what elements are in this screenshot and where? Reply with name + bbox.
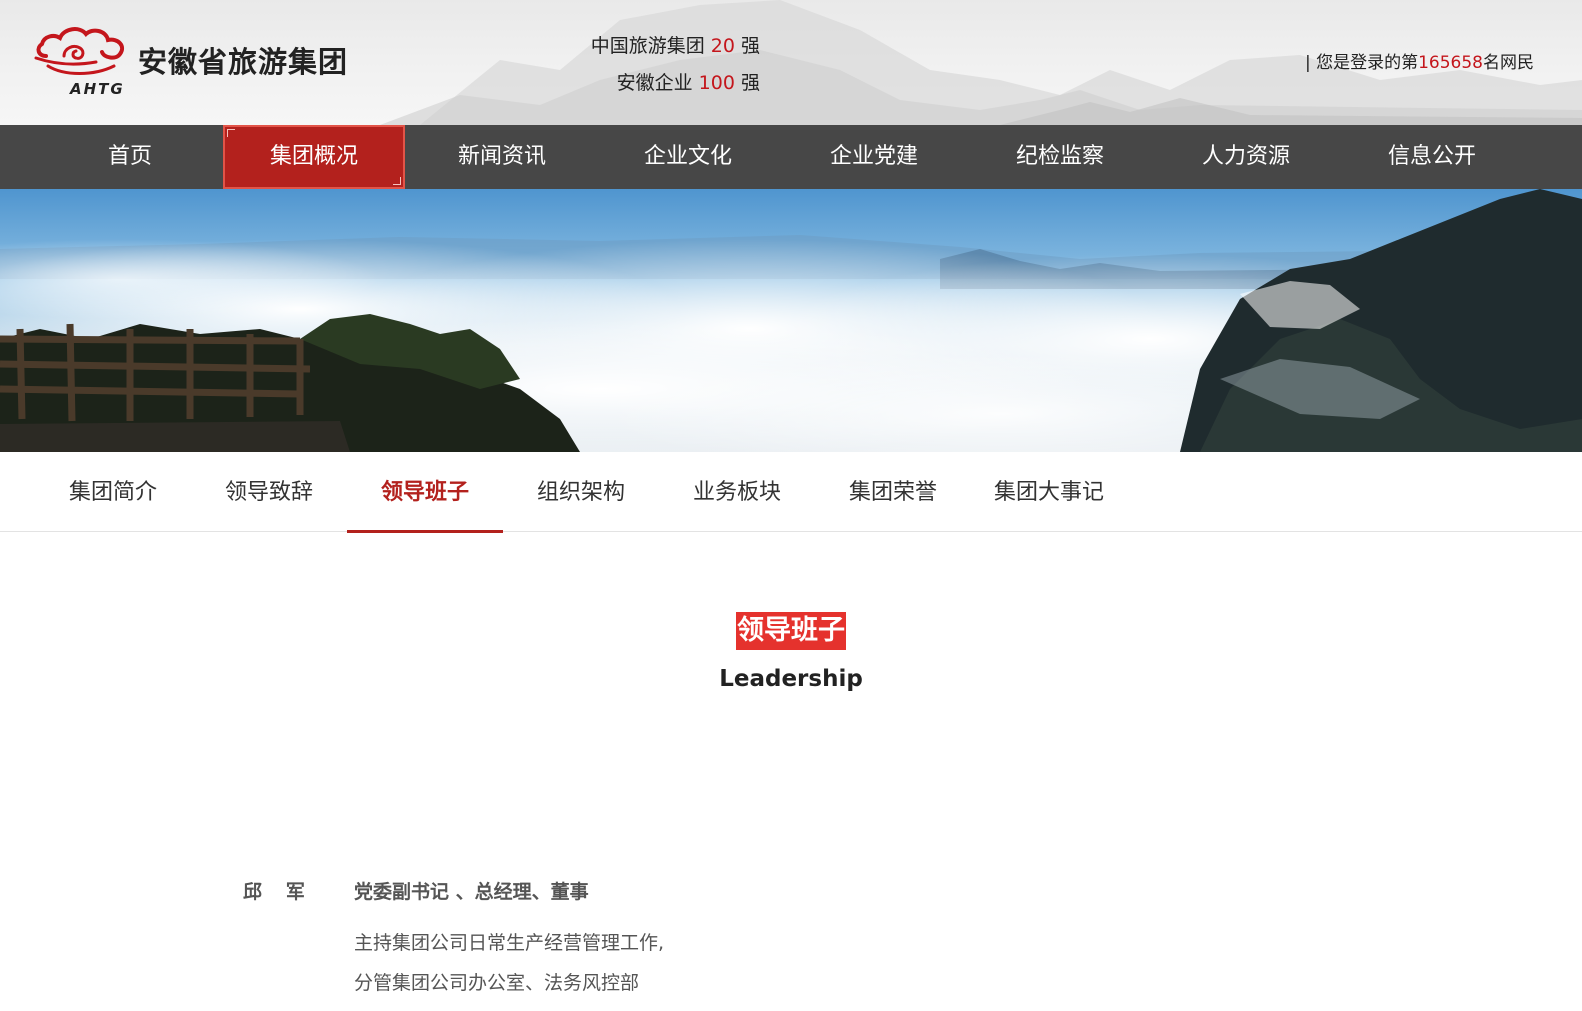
nav-item-news[interactable]: 新闻资讯 — [409, 125, 595, 189]
nav-item-party-building[interactable]: 企业党建 — [781, 125, 967, 189]
visitor-suffix: 名网民 — [1483, 53, 1534, 73]
visitor-counter: | 您是登录的第165658名网民 — [1305, 48, 1534, 73]
sub-navigation: 集团简介 领导致辞 领导班子 组织架构 业务板块 集团荣誉 集团大事记 — [0, 452, 1582, 533]
rank-badges: 中国旅游集团 20 强 安徽企业 100 强 — [560, 28, 760, 102]
leader-duty-line: 主持集团公司日常生产经营管理工作, — [354, 932, 665, 954]
leader-duty-line: 分管集团公司办公室、法务风控部 — [354, 972, 640, 994]
nav-item-group-overview[interactable]: 集团概况 — [223, 125, 405, 189]
banner-image — [0, 189, 1582, 452]
logo-name: 安徽省旅游集团 — [138, 45, 349, 79]
nav-item-human-resources[interactable]: 人力资源 — [1153, 125, 1339, 189]
nav-item-home[interactable]: 首页 — [37, 125, 223, 189]
leader-position: 党委副书记 、总经理、董事 — [354, 881, 589, 903]
rank-line-china: 中国旅游集团 20 强 — [560, 28, 760, 65]
rank-line2-prefix: 安徽企业 — [616, 72, 693, 94]
rank-line1-prefix: 中国旅游集团 — [590, 35, 705, 57]
section-title-english: Leadership — [719, 666, 863, 692]
visitor-prefix: | 您是登录的第 — [1304, 53, 1419, 73]
sub-nav-group-intro[interactable]: 集团简介 — [35, 452, 191, 532]
cloud-logo-icon — [34, 27, 125, 75]
rank-line1-number: 20 — [710, 35, 735, 57]
leader-name: 邱 军 — [243, 881, 306, 903]
section-heading: 领导班子 Leadership — [0, 612, 1582, 692]
sub-nav-honors[interactable]: 集团荣誉 — [815, 452, 971, 532]
logo-abbreviation: AHTG — [70, 80, 125, 98]
section-title-chinese: 领导班子 — [736, 612, 846, 650]
sub-nav-business-segments[interactable]: 业务板块 — [659, 452, 815, 532]
site-logo[interactable]: 安徽省旅游集团 AHTG — [34, 22, 384, 102]
main-navigation: 首页 集团概况 新闻资讯 企业文化 企业党建 纪检监察 人力资源 信息公开 — [0, 125, 1582, 189]
nav-item-culture[interactable]: 企业文化 — [595, 125, 781, 189]
sub-nav-leadership[interactable]: 领导班子 — [347, 452, 503, 533]
sea-of-clouds-scene — [0, 189, 1582, 452]
rank-line-anhui: 安徽企业 100 强 — [560, 65, 760, 102]
leader-duties: 主持集团公司日常生产经营管理工作, 分管集团公司办公室、法务风控部 — [354, 923, 664, 1003]
rank-line1-suffix: 强 — [740, 35, 760, 57]
sub-nav-leader-speech[interactable]: 领导致辞 — [191, 452, 347, 532]
nav-item-discipline[interactable]: 纪检监察 — [967, 125, 1153, 189]
site-header: 安徽省旅游集团 AHTG 中国旅游集团 20 强 安徽企业 100 强 | 您是… — [0, 0, 1582, 125]
rank-line2-suffix: 强 — [740, 72, 760, 94]
rank-line2-number: 100 — [698, 72, 735, 94]
sub-nav-org-structure[interactable]: 组织架构 — [503, 452, 659, 532]
sub-nav-milestones[interactable]: 集团大事记 — [971, 452, 1127, 532]
visitor-count: 165658 — [1418, 53, 1483, 73]
nav-item-disclosure[interactable]: 信息公开 — [1339, 125, 1525, 189]
